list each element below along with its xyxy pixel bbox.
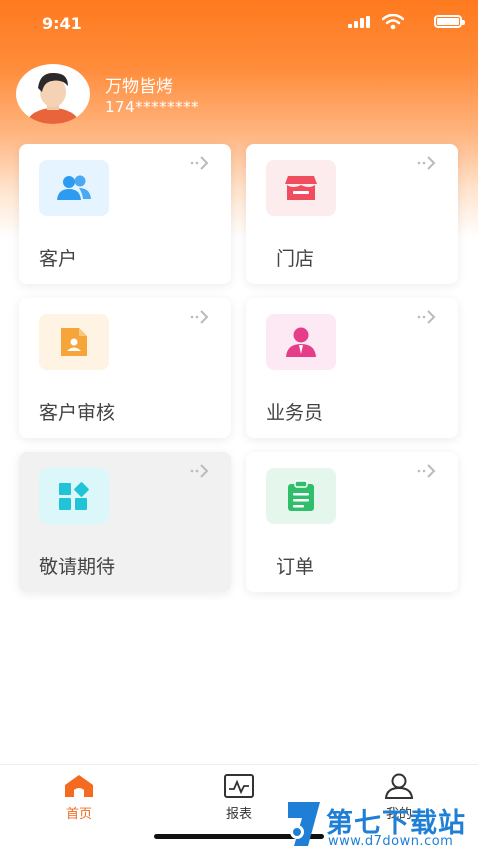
tab-home[interactable]: 首页 [39, 773, 119, 822]
card-label: 客户审核 [39, 402, 116, 424]
chevron-right-icon [417, 464, 436, 478]
tab-label: 首页 [65, 807, 92, 822]
salesperson-icon [286, 327, 316, 357]
store-icon [285, 176, 317, 200]
card-stores[interactable]: 门店 [246, 144, 458, 284]
avatar[interactable] [16, 64, 90, 124]
id-document-icon [61, 328, 87, 356]
card-icon-box [39, 160, 109, 216]
card-icon-box [39, 468, 109, 524]
wifi-icon [382, 14, 404, 30]
watermark-logo-icon [288, 802, 320, 846]
user-icon [384, 773, 414, 799]
chevron-right-icon [417, 156, 436, 170]
card-label: 客户 [39, 248, 78, 270]
battery-icon [434, 15, 465, 28]
card-salesperson[interactable]: 业务员 [246, 298, 458, 438]
card-orders[interactable]: 订单 [246, 452, 458, 592]
cellular-signal-icon [348, 16, 370, 28]
card-customer-review[interactable]: 客户审核 [19, 298, 231, 438]
clipboard-icon [288, 480, 314, 511]
chart-icon [224, 774, 254, 798]
chevron-right-icon [190, 464, 209, 478]
card-icon-box [266, 160, 336, 216]
card-label: 订单 [276, 556, 315, 578]
status-bar: 9:41 [0, 0, 478, 48]
home-icon [65, 775, 93, 797]
status-time: 9:41 [42, 14, 82, 33]
user-name: 万物皆烤 [105, 77, 173, 97]
chevron-right-icon [190, 310, 209, 324]
tab-label: 报表 [225, 807, 252, 822]
card-customers[interactable]: 客户 [19, 144, 231, 284]
card-label: 业务员 [266, 402, 324, 424]
card-coming-soon[interactable]: 敬请期待 [19, 452, 231, 592]
card-label: 门店 [276, 248, 315, 270]
card-label: 敬请期待 [39, 556, 116, 578]
card-icon-box [266, 314, 336, 370]
watermark: 第七下载站 www.d7down.com [282, 800, 478, 850]
card-icon-box [39, 314, 109, 370]
tab-report[interactable]: 报表 [199, 773, 279, 822]
chevron-right-icon [190, 156, 209, 170]
users-icon [57, 175, 91, 200]
grid-icon [59, 482, 89, 510]
user-phone: 174******** [105, 98, 200, 116]
chevron-right-icon [417, 310, 436, 324]
card-icon-box [266, 468, 336, 524]
watermark-url: www.d7down.com [328, 834, 454, 849]
